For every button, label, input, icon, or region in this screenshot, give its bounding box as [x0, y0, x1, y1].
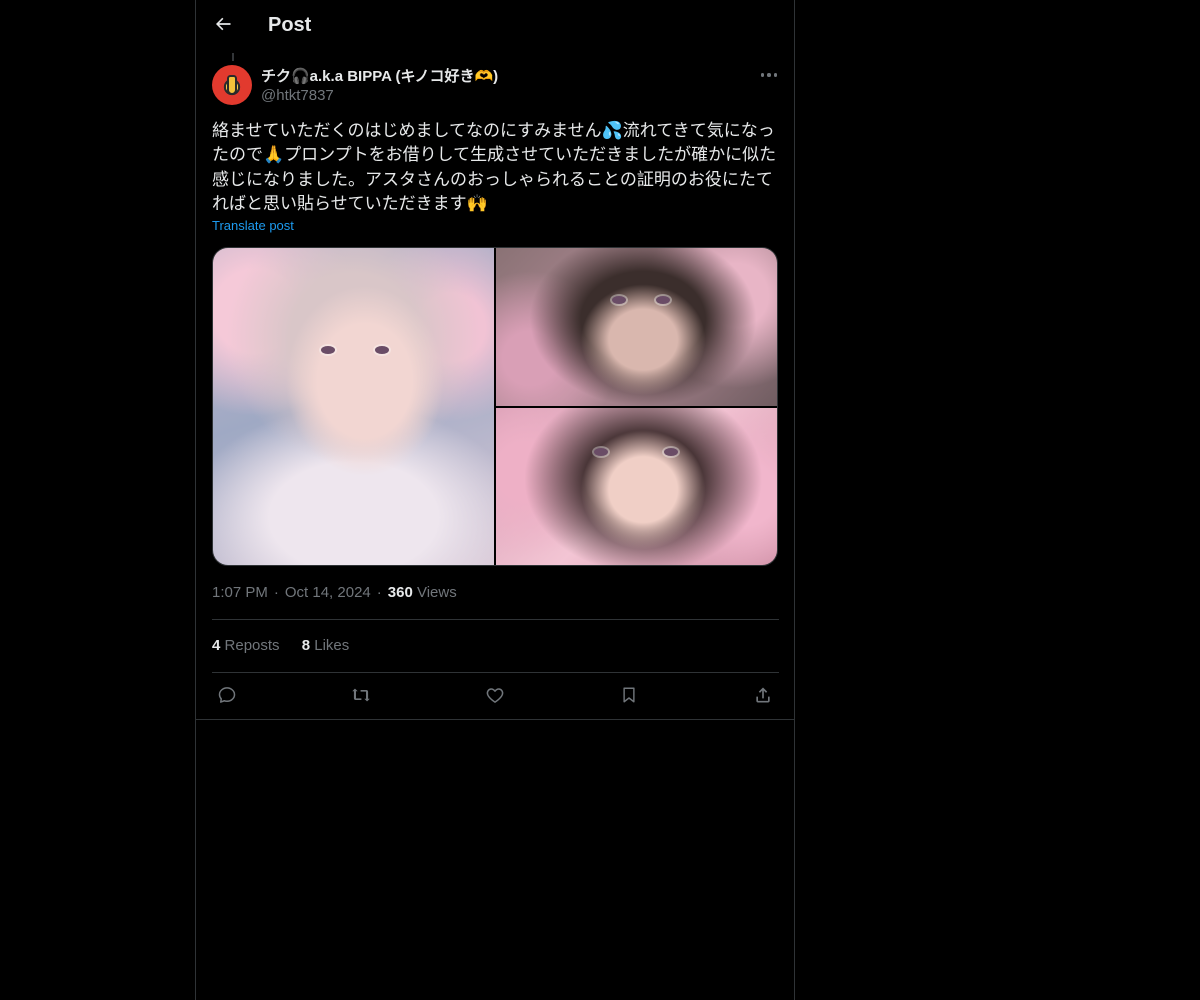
repost-button[interactable]: [346, 684, 376, 710]
share-button[interactable]: [748, 684, 778, 710]
translate-post-link[interactable]: Translate post: [212, 218, 294, 233]
eye-detail: [375, 346, 389, 354]
bookmark-icon: [620, 685, 638, 710]
action-bar: [212, 684, 780, 710]
reply-button[interactable]: [212, 684, 242, 710]
post-date[interactable]: Oct 14, 2024: [285, 584, 371, 601]
views-label: Views: [416, 584, 457, 601]
media-image-1[interactable]: [213, 248, 494, 565]
likes-label: Likes: [314, 637, 350, 654]
eye-detail: [321, 346, 335, 354]
reposts-count: 4: [212, 637, 221, 654]
reposts-stat[interactable]: 4 Reposts: [212, 637, 280, 654]
post-bottom-border: [196, 719, 794, 720]
divider: [212, 672, 779, 673]
like-button[interactable]: [480, 684, 510, 710]
reply-icon: [217, 685, 237, 710]
avatar[interactable]: [212, 65, 252, 105]
engagement-stats: 4 Reposts 8 Likes: [212, 637, 367, 654]
bookmark-button[interactable]: [614, 684, 644, 710]
media-grid: [212, 247, 778, 566]
more-options-button[interactable]: [754, 64, 784, 86]
eye-detail: [594, 448, 608, 456]
post-time[interactable]: 1:07 PM: [212, 584, 268, 601]
post-column: Post チク🎧a.k.a BIPPA (キノコ好き🫶) @htkt7837 絡…: [195, 0, 795, 1000]
eye-detail: [664, 448, 678, 456]
eye-detail: [612, 296, 626, 304]
eye-detail: [656, 296, 670, 304]
more-dot: [767, 73, 771, 77]
media-image-2[interactable]: [496, 248, 777, 406]
post-meta: 1:07 PM · Oct 14, 2024 · 360 Views: [212, 584, 457, 601]
page-title: Post: [268, 14, 312, 36]
thread-connector-line: [232, 53, 234, 61]
avatar-figure: [227, 75, 237, 95]
share-icon: [753, 685, 773, 710]
like-icon: [485, 685, 505, 710]
divider: [212, 619, 779, 620]
back-button[interactable]: [208, 11, 238, 41]
meta-separator: ·: [376, 584, 382, 601]
top-bar: Post: [196, 0, 794, 53]
reposts-label: Reposts: [224, 637, 280, 654]
likes-stat[interactable]: 8 Likes: [302, 637, 350, 654]
views-count: 360: [387, 584, 413, 601]
author-display-name[interactable]: チク🎧a.k.a BIPPA (キノコ好き🫶): [261, 65, 498, 86]
arrow-left-icon: [213, 14, 233, 39]
author-handle[interactable]: @htkt7837: [261, 87, 334, 104]
more-dot: [773, 73, 778, 77]
repost-icon: [350, 685, 372, 710]
more-dots-icon: [760, 73, 765, 77]
meta-separator: ·: [273, 584, 279, 601]
media-image-3[interactable]: [496, 408, 777, 565]
likes-count: 8: [301, 637, 311, 654]
post-text: 絡ませていただくのはじめましてなのにすみません💦流れてきて気になっ たので🙏プロ…: [212, 121, 777, 213]
